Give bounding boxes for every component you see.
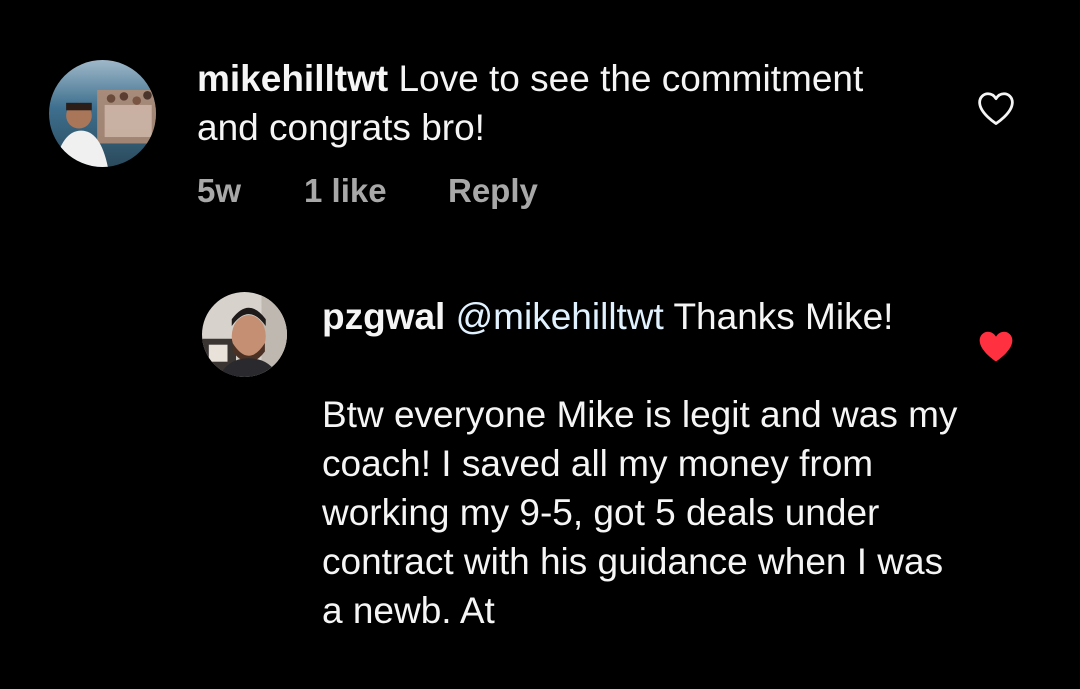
avatar-pzgwal[interactable]	[202, 292, 287, 377]
comment-text: mikehilltwt Love to see the commitment a…	[197, 54, 897, 152]
heart-filled-icon	[979, 331, 1013, 362]
profile-photo-icon	[49, 60, 156, 167]
comment-like-count[interactable]: 1 like	[304, 172, 387, 210]
reply-text: pzgwal @mikehilltwt Thanks Mike! Btw eve…	[322, 292, 962, 635]
avatar-mikehilltwt[interactable]	[49, 60, 156, 167]
like-reply-button[interactable]	[976, 328, 1016, 364]
profile-photo-icon	[202, 292, 287, 377]
heart-outline-icon	[978, 92, 1014, 125]
reply-body-line1: Thanks Mike!	[663, 296, 894, 337]
comment-username[interactable]: mikehilltwt	[197, 58, 388, 99]
reply-body: Btw everyone Mike is legit and was my co…	[322, 394, 958, 631]
like-comment-button[interactable]	[976, 90, 1016, 126]
reply-username[interactable]: pzgwal	[322, 296, 445, 337]
reply-mention[interactable]: @mikehilltwt	[456, 296, 664, 337]
comment-timestamp: 5w	[197, 172, 242, 209]
reply-button[interactable]: Reply	[448, 172, 538, 210]
